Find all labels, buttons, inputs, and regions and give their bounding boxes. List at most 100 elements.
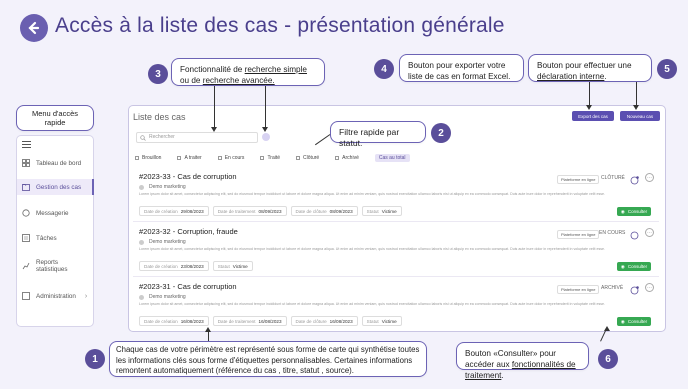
arrow-line — [636, 82, 637, 106]
tag-key: Date de création — [144, 263, 178, 269]
filter-label: Traité — [267, 155, 281, 161]
callout-new-case: Bouton pour effectuer une déclaration in… — [528, 54, 652, 82]
tag-key: Date de création — [144, 318, 178, 324]
advanced-search-icon[interactable] — [262, 133, 270, 141]
avatar — [139, 294, 144, 300]
case-description: Lorem ipsum dolor sit amet, consectetur … — [139, 247, 606, 251]
arrowhead — [633, 105, 639, 110]
arrowhead — [262, 127, 268, 132]
chat-icon[interactable] — [630, 227, 639, 240]
step-number-3: 3 — [148, 64, 168, 84]
sidebar-item-label: Tableau de bord — [36, 159, 82, 167]
filter-closed[interactable]: Clôturé — [296, 155, 319, 161]
callout-export: Bouton pour exporter votre liste de cas … — [399, 54, 524, 82]
case-title: #2023-32 - Corruption, fraude — [139, 227, 238, 236]
case-title: #2023-31 - Cas de corruption — [139, 282, 237, 291]
tag-value: 16/08/2023 — [180, 318, 204, 324]
avatar — [139, 184, 144, 190]
callout-filter: Filtre rapide par statut. — [330, 121, 426, 148]
step-number-2: 2 — [431, 123, 451, 143]
export-cases-button[interactable]: Export des cas — [572, 111, 614, 121]
checkbox[interactable] — [217, 156, 222, 160]
callout-text: Fonctionnalité de — [180, 65, 245, 74]
internal-declaration-link[interactable]: déclaration interne — [537, 72, 604, 81]
platform-badge: Plateforme en ligne — [557, 285, 600, 294]
arrowhead — [205, 327, 211, 332]
status-label: EN COURS — [599, 230, 626, 236]
filter-label: Brouillon — [142, 155, 162, 161]
case-description: Lorem ipsum dolor sit amet, consectetur … — [139, 192, 606, 196]
callout-search: Fonctionnalité de recherche simple ou de… — [171, 58, 325, 86]
tag: Statut Victime — [212, 261, 253, 271]
tag-key: Date de création — [144, 208, 178, 214]
checkbox[interactable] — [335, 156, 340, 160]
filter-label: Archivé — [342, 155, 359, 161]
consult-button[interactable]: ◉ Consulter — [617, 317, 651, 326]
author-name: Demo marketing — [149, 184, 186, 190]
sidebar-item-tasks[interactable]: Tâches — [17, 231, 94, 245]
new-case-button[interactable]: Nouveau cas — [620, 111, 660, 121]
case-description: Lorem ipsum dolor sit amet, consectetur … — [139, 302, 606, 306]
consult-button[interactable]: ◉ Consulter — [617, 262, 651, 271]
tag: Date de traitement 16/08/2023 — [212, 316, 287, 326]
more-options-icon[interactable]: ⋯ — [645, 228, 654, 237]
status-label: CLÔTURÉ — [601, 175, 625, 181]
hamburger-menu-icon[interactable] — [22, 141, 31, 148]
case-title: #2023-33 - Cas de corruption — [139, 172, 237, 181]
simple-search-link[interactable]: recherche simple — [245, 65, 307, 74]
filter-archived[interactable]: Archivé — [335, 155, 359, 161]
sidebar-item-reports[interactable]: Reports statistiques — [17, 256, 94, 276]
sidebar-item-dashboard[interactable]: Tableau de bord — [17, 156, 94, 170]
case-tags: Date de création 29/08/2023 Date de trait… — [139, 206, 406, 216]
chart-icon — [22, 262, 30, 270]
checkbox[interactable] — [135, 156, 139, 160]
filter-in-progress[interactable]: En cours — [217, 155, 244, 161]
arrow-line — [589, 82, 590, 106]
page-title: Accès à la liste des cas - présentation … — [55, 14, 505, 37]
author-name: Demo marketing — [149, 239, 186, 245]
more-options-icon[interactable]: ⋯ — [645, 283, 654, 292]
search-placeholder: Rechercher — [149, 134, 175, 140]
checkbox[interactable] — [177, 156, 182, 160]
chat-icon[interactable] — [630, 172, 639, 185]
sidebar-item-cases[interactable]: Gestion des cas — [17, 179, 94, 195]
checkbox[interactable] — [296, 156, 301, 160]
chat-icon[interactable] — [630, 282, 639, 295]
advanced-search-link[interactable]: recherche avancée. — [203, 76, 275, 85]
callout-menu: Menu d'accès rapide — [16, 105, 94, 131]
platform-badge: Plateforme en ligne — [557, 230, 600, 239]
tag: Statut Victime — [361, 316, 402, 326]
callout-text: . — [501, 371, 504, 380]
tag-value: 16/08/2023 — [329, 318, 353, 324]
sidebar: Tableau de bord Gestion des cas Messager… — [16, 135, 94, 327]
case-author: Demo marketing — [139, 184, 186, 190]
tag-value: Victime — [381, 208, 397, 214]
status-filters: Brouillon A traiter En cours Traité Clôt… — [135, 153, 515, 163]
sidebar-item-administration[interactable]: Administration › — [17, 289, 94, 303]
dashboard-icon — [22, 159, 30, 167]
tag-value: Victime — [232, 263, 248, 269]
callout-text: ou de — [180, 76, 203, 85]
tasks-icon — [22, 234, 30, 242]
sidebar-item-label: Reports statistiques — [36, 259, 68, 273]
case-author: Demo marketing — [139, 294, 186, 300]
filter-to-process[interactable]: A traiter — [177, 155, 202, 161]
filter-draft[interactable]: Brouillon — [135, 155, 161, 161]
filter-all-cases[interactable]: Cas au total — [374, 154, 410, 162]
case-card: #2023-32 - Corruption, fraude Demo marke… — [133, 227, 659, 277]
more-options-icon[interactable]: ⋯ — [645, 173, 654, 182]
consult-label: Consulter — [627, 209, 648, 214]
arrow-line — [214, 86, 215, 128]
tag-value: Victime — [381, 318, 397, 324]
sidebar-item-messaging[interactable]: Messagerie — [17, 206, 94, 220]
status-label: ARCHIVÉ — [601, 285, 624, 291]
arrowhead — [604, 326, 610, 331]
callout-menu-text: Menu d'accès rapide — [31, 109, 79, 127]
consult-button[interactable]: ◉ Consulter — [617, 207, 651, 216]
sidebar-item-label: Administration — [36, 292, 76, 300]
chevron-right-icon: › — [84, 292, 88, 300]
tag: Date de traitement 08/09/2023 — [212, 206, 287, 216]
filter-processed[interactable]: Traité — [260, 155, 280, 161]
search-input[interactable]: Rechercher — [136, 132, 258, 143]
checkbox[interactable] — [260, 156, 265, 160]
